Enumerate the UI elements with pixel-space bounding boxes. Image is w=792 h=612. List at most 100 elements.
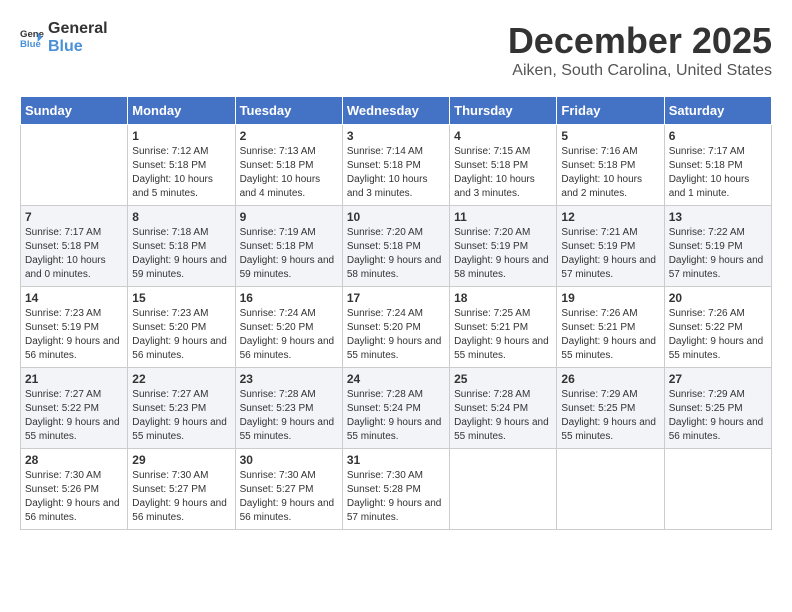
day-info: Sunrise: 7:28 AM Sunset: 5:24 PM Dayligh… (454, 388, 552, 444)
day-cell: 8 Sunrise: 7:18 AM Sunset: 5:18 PM Daylig… (128, 206, 235, 287)
day-cell: 15 Sunrise: 7:23 AM Sunset: 5:20 PM Dayli… (128, 287, 235, 368)
day-number: 8 (132, 210, 230, 224)
day-info: Sunrise: 7:14 AM Sunset: 5:18 PM Dayligh… (347, 145, 445, 201)
day-cell (557, 449, 664, 530)
day-number: 27 (669, 372, 767, 386)
day-cell: 5 Sunrise: 7:16 AM Sunset: 5:18 PM Daylig… (557, 125, 664, 206)
day-cell: 18Sunrise: 7:25 AM Sunset: 5:21 PM Dayli… (450, 287, 557, 368)
week-row-3: 14 Sunrise: 7:23 AM Sunset: 5:19 PM Dayli… (21, 287, 772, 368)
logo-blue: Blue (48, 38, 83, 55)
day-info: Sunrise: 7:30 AM Sunset: 5:26 PM Dayligh… (25, 469, 123, 525)
day-cell: 20 Sunrise: 7:26 AM Sunset: 5:22 PM Dayli… (664, 287, 771, 368)
day-info: Sunrise: 7:20 AM Sunset: 5:19 PM Dayligh… (454, 226, 552, 282)
day-number: 11 (454, 210, 552, 224)
header-wednesday: Wednesday (342, 97, 449, 125)
header-thursday: Thursday (450, 97, 557, 125)
day-info: Sunrise: 7:19 AM Sunset: 5:18 PM Dayligh… (240, 226, 338, 282)
day-number: 13 (669, 210, 767, 224)
day-cell: 6 Sunrise: 7:17 AM Sunset: 5:18 PM Daylig… (664, 125, 771, 206)
day-info: Sunrise: 7:20 AM Sunset: 5:18 PM Dayligh… (347, 226, 445, 282)
day-number: 1 (132, 129, 230, 143)
month-title: December 2025 (508, 20, 772, 62)
day-number: 3 (347, 129, 445, 143)
day-cell: 29Sunrise: 7:30 AM Sunset: 5:27 PM Dayli… (128, 449, 235, 530)
day-info: Sunrise: 7:21 AM Sunset: 5:19 PM Dayligh… (561, 226, 659, 282)
day-cell (664, 449, 771, 530)
day-info: Sunrise: 7:23 AM Sunset: 5:20 PM Dayligh… (132, 307, 230, 363)
day-info: Sunrise: 7:28 AM Sunset: 5:23 PM Dayligh… (240, 388, 338, 444)
day-info: Sunrise: 7:23 AM Sunset: 5:19 PM Dayligh… (25, 307, 123, 363)
day-number: 25 (454, 372, 552, 386)
day-number: 31 (347, 453, 445, 467)
day-cell: 11 Sunrise: 7:20 AM Sunset: 5:19 PM Dayli… (450, 206, 557, 287)
day-info: Sunrise: 7:15 AM Sunset: 5:18 PM Dayligh… (454, 145, 552, 201)
day-cell: 22Sunrise: 7:27 AM Sunset: 5:23 PM Dayli… (128, 368, 235, 449)
location-title: Aiken, South Carolina, United States (508, 62, 772, 80)
day-cell: 17 Sunrise: 7:24 AM Sunset: 5:20 PM Dayli… (342, 287, 449, 368)
day-number: 23 (240, 372, 338, 386)
day-cell: 12Sunrise: 7:21 AM Sunset: 5:19 PM Dayli… (557, 206, 664, 287)
day-info: Sunrise: 7:17 AM Sunset: 5:18 PM Dayligh… (669, 145, 767, 201)
day-number: 7 (25, 210, 123, 224)
week-row-1: 1 Sunrise: 7:12 AM Sunset: 5:18 PM Daylig… (21, 125, 772, 206)
day-number: 20 (669, 291, 767, 305)
day-number: 15 (132, 291, 230, 305)
day-info: Sunrise: 7:29 AM Sunset: 5:25 PM Dayligh… (669, 388, 767, 444)
day-info: Sunrise: 7:22 AM Sunset: 5:19 PM Dayligh… (669, 226, 767, 282)
day-number: 4 (454, 129, 552, 143)
day-cell: 9Sunrise: 7:19 AM Sunset: 5:18 PM Daylig… (235, 206, 342, 287)
day-cell: 23 Sunrise: 7:28 AM Sunset: 5:23 PM Dayli… (235, 368, 342, 449)
day-info: Sunrise: 7:16 AM Sunset: 5:18 PM Dayligh… (561, 145, 659, 201)
day-number: 19 (561, 291, 659, 305)
day-cell: 30 Sunrise: 7:30 AM Sunset: 5:27 PM Dayli… (235, 449, 342, 530)
day-info: Sunrise: 7:17 AM Sunset: 5:18 PM Dayligh… (25, 226, 123, 282)
day-cell: 26Sunrise: 7:29 AM Sunset: 5:25 PM Dayli… (557, 368, 664, 449)
day-cell: 14 Sunrise: 7:23 AM Sunset: 5:19 PM Dayli… (21, 287, 128, 368)
day-number: 14 (25, 291, 123, 305)
day-info: Sunrise: 7:24 AM Sunset: 5:20 PM Dayligh… (347, 307, 445, 363)
day-cell: 7 Sunrise: 7:17 AM Sunset: 5:18 PM Daylig… (21, 206, 128, 287)
day-number: 10 (347, 210, 445, 224)
day-info: Sunrise: 7:13 AM Sunset: 5:18 PM Dayligh… (240, 145, 338, 201)
logo: General Blue General Blue (20, 20, 108, 55)
day-cell: 28 Sunrise: 7:30 AM Sunset: 5:26 PM Dayli… (21, 449, 128, 530)
day-info: Sunrise: 7:30 AM Sunset: 5:28 PM Dayligh… (347, 469, 445, 525)
day-number: 26 (561, 372, 659, 386)
day-cell: 21Sunrise: 7:27 AM Sunset: 5:22 PM Dayli… (21, 368, 128, 449)
day-info: Sunrise: 7:18 AM Sunset: 5:18 PM Dayligh… (132, 226, 230, 282)
logo-icon: General Blue (20, 26, 44, 50)
day-info: Sunrise: 7:26 AM Sunset: 5:22 PM Dayligh… (669, 307, 767, 363)
day-cell: 3 Sunrise: 7:14 AM Sunset: 5:18 PM Daylig… (342, 125, 449, 206)
day-number: 6 (669, 129, 767, 143)
day-cell: 13 Sunrise: 7:22 AM Sunset: 5:19 PM Dayli… (664, 206, 771, 287)
logo-general: General (48, 20, 108, 37)
day-info: Sunrise: 7:26 AM Sunset: 5:21 PM Dayligh… (561, 307, 659, 363)
day-number: 22 (132, 372, 230, 386)
day-info: Sunrise: 7:12 AM Sunset: 5:18 PM Dayligh… (132, 145, 230, 201)
day-info: Sunrise: 7:25 AM Sunset: 5:21 PM Dayligh… (454, 307, 552, 363)
calendar-header-row: SundayMondayTuesdayWednesdayThursdayFrid… (21, 97, 772, 125)
day-info: Sunrise: 7:30 AM Sunset: 5:27 PM Dayligh… (240, 469, 338, 525)
week-row-5: 28 Sunrise: 7:30 AM Sunset: 5:26 PM Dayli… (21, 449, 772, 530)
day-info: Sunrise: 7:24 AM Sunset: 5:20 PM Dayligh… (240, 307, 338, 363)
day-cell (21, 125, 128, 206)
day-cell: 16Sunrise: 7:24 AM Sunset: 5:20 PM Dayli… (235, 287, 342, 368)
day-number: 28 (25, 453, 123, 467)
day-number: 17 (347, 291, 445, 305)
day-cell: 2 Sunrise: 7:13 AM Sunset: 5:18 PM Daylig… (235, 125, 342, 206)
day-number: 30 (240, 453, 338, 467)
day-cell: 27 Sunrise: 7:29 AM Sunset: 5:25 PM Dayli… (664, 368, 771, 449)
day-cell: 10 Sunrise: 7:20 AM Sunset: 5:18 PM Dayli… (342, 206, 449, 287)
page-header: General Blue General Blue December 2025 … (20, 20, 772, 80)
day-info: Sunrise: 7:28 AM Sunset: 5:24 PM Dayligh… (347, 388, 445, 444)
day-cell: 24Sunrise: 7:28 AM Sunset: 5:24 PM Dayli… (342, 368, 449, 449)
day-cell: 25 Sunrise: 7:28 AM Sunset: 5:24 PM Dayli… (450, 368, 557, 449)
header-friday: Friday (557, 97, 664, 125)
title-area: December 2025 Aiken, South Carolina, Uni… (508, 20, 772, 80)
day-number: 2 (240, 129, 338, 143)
calendar-table: SundayMondayTuesdayWednesdayThursdayFrid… (20, 96, 772, 530)
day-cell: 19 Sunrise: 7:26 AM Sunset: 5:21 PM Dayli… (557, 287, 664, 368)
day-cell: 1 Sunrise: 7:12 AM Sunset: 5:18 PM Daylig… (128, 125, 235, 206)
week-row-4: 21Sunrise: 7:27 AM Sunset: 5:22 PM Dayli… (21, 368, 772, 449)
day-number: 5 (561, 129, 659, 143)
